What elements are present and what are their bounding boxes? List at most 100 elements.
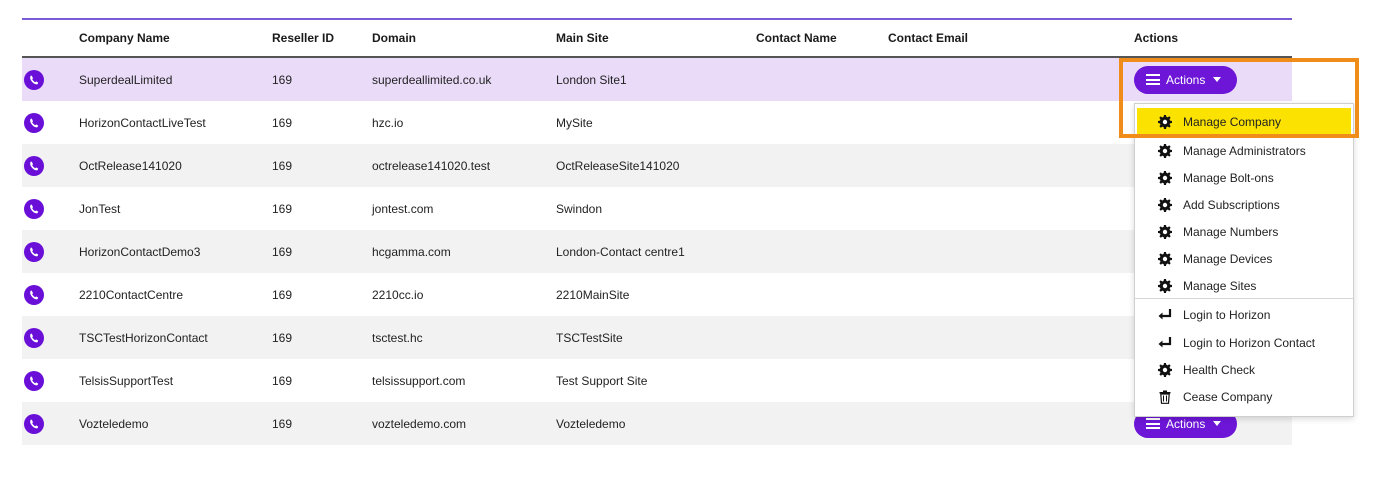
menu-separator (1135, 298, 1353, 299)
domain-cell: hzc.io (372, 115, 404, 130)
company-name-cell: HorizonContactDemo3 (79, 230, 272, 273)
domain-cell: jontest.com (372, 201, 434, 216)
row-icon-cell (22, 402, 79, 445)
row-icon-cell (22, 57, 79, 101)
contact-name-cell (756, 101, 888, 144)
header-reseller-id[interactable]: Reseller ID (272, 20, 372, 58)
row-icon-cell (22, 230, 79, 273)
reseller-id-cell: 169 (272, 115, 293, 130)
reseller-id-cell: 169 (272, 201, 293, 216)
table-row[interactable]: 2210ContactCentre 169 2210cc.io 2210Main… (22, 273, 1292, 316)
actions-button[interactable]: Actions (1134, 65, 1238, 94)
actions-button-label: Actions (1166, 416, 1206, 431)
domain-cell: 2210cc.io (372, 287, 424, 302)
menu-item-manage-bolt-ons[interactable]: Manage Bolt-ons (1135, 164, 1353, 191)
main-site-cell: MySite (556, 115, 593, 130)
table-row[interactable]: HorizonContactLiveTest 169 hzc.io MySite (22, 101, 1292, 144)
actions-dropdown-menu: Manage Company Manage Administrators Manag… (1134, 103, 1354, 417)
company-name-cell: OctRelease141020 (79, 144, 272, 187)
header-contact-email[interactable]: Contact Email (888, 20, 1134, 58)
menu-item-label: Add Subscriptions (1183, 197, 1280, 212)
company-name-cell: JonTest (79, 201, 121, 216)
main-site-cell: OctReleaseSite141020 (556, 144, 756, 187)
login-arrow-icon (1157, 335, 1173, 351)
table-row[interactable]: SuperdealLimited 169 superdeallimited.co… (22, 57, 1292, 101)
header-icon (22, 20, 79, 58)
header-contact-name[interactable]: Contact Name (756, 20, 888, 58)
table-row[interactable]: OctRelease141020 169 octrelease141020.te… (22, 144, 1292, 187)
caret-down-icon (1213, 421, 1222, 426)
gear-icon (1157, 197, 1173, 213)
menu-item-cease-company[interactable]: Cease Company (1135, 383, 1353, 410)
contact-name-cell (756, 144, 888, 187)
contact-email-cell (888, 144, 1134, 187)
contact-email-cell (888, 187, 1134, 230)
phone-icon (24, 413, 44, 434)
menu-item-manage-company[interactable]: Manage Company (1137, 108, 1351, 135)
phone-icon (24, 69, 44, 90)
menu-item-add-subscriptions[interactable]: Add Subscriptions (1135, 191, 1353, 218)
reseller-id-cell: 169 (272, 230, 372, 273)
company-name-cell: HorizonContactLiveTest (79, 115, 206, 130)
domain-cell: telsissupport.com (372, 373, 466, 388)
menu-item-label: Manage Numbers (1183, 224, 1279, 239)
phone-icon (24, 327, 44, 348)
login-arrow-icon (1157, 307, 1173, 323)
company-name-cell: SuperdealLimited (79, 57, 272, 101)
company-name-cell: TSCTestHorizonContact (79, 316, 272, 359)
reseller-id-cell: 169 (272, 144, 372, 187)
menu-item-manage-sites[interactable]: Manage Sites (1135, 272, 1353, 299)
contact-email-cell (888, 359, 1134, 402)
gear-icon (1157, 114, 1173, 130)
contact-name-cell (756, 359, 888, 402)
header-main-site[interactable]: Main Site (556, 20, 756, 58)
contact-name-cell (756, 57, 888, 101)
menu-item-manage-devices[interactable]: Manage Devices (1135, 245, 1353, 272)
row-icon-cell (22, 359, 79, 402)
menu-item-label: Cease Company (1183, 389, 1273, 404)
header-domain[interactable]: Domain (372, 20, 556, 58)
actions-button-label: Actions (1166, 72, 1206, 87)
main-site-cell: Swindon (556, 201, 603, 216)
menu-item-label: Manage Administrators (1183, 143, 1306, 158)
table-row[interactable]: TelsisSupportTest 169 telsissupport.com … (22, 359, 1292, 402)
reseller-id-cell: 169 (272, 373, 293, 388)
menu-item-label: Manage Devices (1183, 251, 1273, 266)
menu-item-manage-administrators[interactable]: Manage Administrators (1135, 137, 1353, 164)
table-header-row: Company Name Reseller ID Domain Main Sit… (22, 20, 1292, 58)
contact-name-cell (756, 316, 888, 359)
menu-item-health-check[interactable]: Health Check (1135, 356, 1353, 383)
table-row[interactable]: HorizonContactDemo3 169 hcgamma.com Lond… (22, 230, 1292, 273)
table-row[interactable]: TSCTestHorizonContact 169 tsctest.hc TSC… (22, 316, 1292, 359)
main-site-cell: Test Support Site (556, 373, 648, 388)
table-row[interactable]: JonTest 169 jontest.com Swindon (22, 187, 1292, 230)
menu-item-login-to-horizon-contact[interactable]: Login to Horizon Contact (1135, 329, 1353, 356)
contact-name-cell (756, 402, 888, 445)
menu-item-label: Manage Sites (1183, 278, 1257, 293)
row-icon-cell (22, 101, 79, 144)
phone-icon (24, 198, 44, 219)
menu-icon (1146, 418, 1160, 429)
domain-cell: hcgamma.com (372, 230, 556, 273)
actions-cell: Actions (1134, 57, 1292, 101)
header-company-name[interactable]: Company Name (79, 20, 272, 58)
main-site-cell: London-Contact centre1 (556, 230, 756, 273)
reseller-id-cell: 169 (272, 316, 372, 359)
gear-icon (1157, 143, 1173, 159)
company-name-cell: 2210ContactCentre (79, 287, 184, 302)
main-site-cell: 2210MainSite (556, 287, 630, 302)
contact-name-cell (756, 187, 888, 230)
contact-name-cell (756, 230, 888, 273)
contact-email-cell (888, 101, 1134, 144)
reseller-id-cell: 169 (272, 57, 372, 101)
menu-item-login-to-horizon[interactable]: Login to Horizon (1135, 301, 1353, 328)
domain-cell: tsctest.hc (372, 316, 556, 359)
domain-cell: superdeallimited.co.uk (372, 57, 556, 101)
table-row[interactable]: Vozteledemo 169 vozteledemo.com Vozteled… (22, 402, 1292, 445)
companies-table: Company Name Reseller ID Domain Main Sit… (22, 20, 1292, 445)
menu-item-label: Manage Bolt-ons (1183, 170, 1274, 185)
menu-item-label: Login to Horizon Contact (1183, 335, 1316, 350)
menu-item-label: Manage Company (1183, 114, 1282, 129)
reseller-id-cell: 169 (272, 402, 372, 445)
menu-item-manage-numbers[interactable]: Manage Numbers (1135, 218, 1353, 245)
